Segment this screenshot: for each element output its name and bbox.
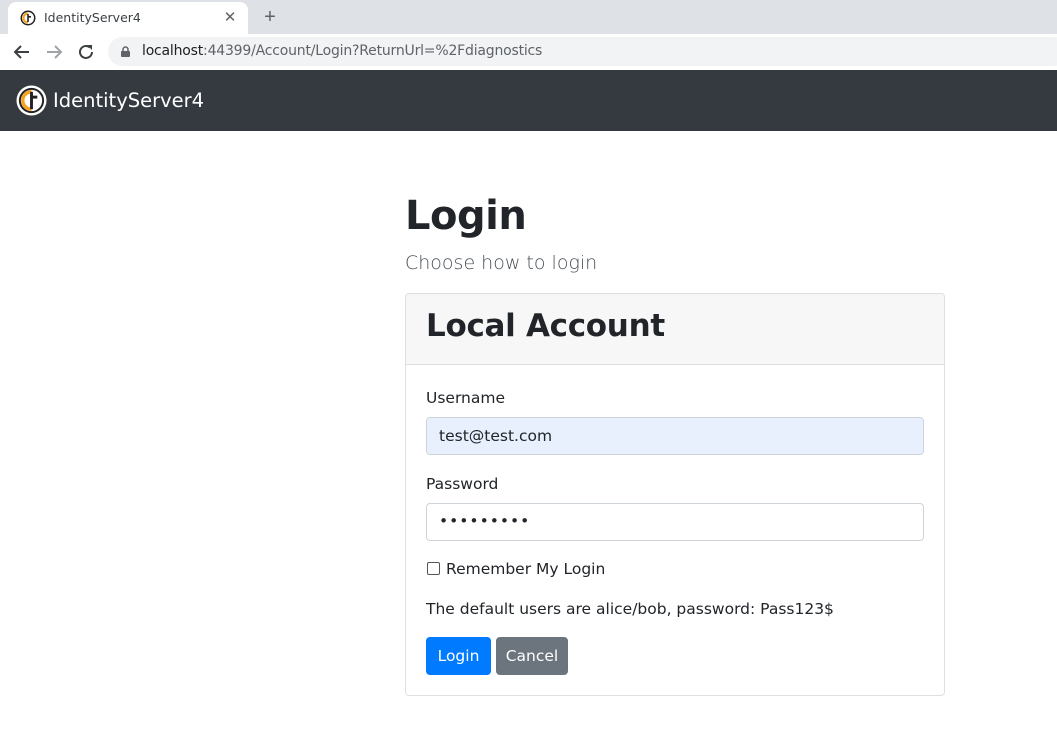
tab-title: IdentityServer4: [44, 10, 141, 25]
cancel-button[interactable]: Cancel: [496, 637, 568, 675]
remember-login-label[interactable]: Remember My Login: [446, 560, 605, 578]
local-account-card: Local Account Username test@test.com Pas…: [405, 293, 945, 696]
app-navbar: IdentityServer4: [0, 70, 1057, 131]
address-bar[interactable]: localhost:44399/Account/Login?ReturnUrl=…: [108, 37, 1057, 66]
username-value: test@test.com: [439, 427, 553, 445]
login-button[interactable]: Login: [426, 637, 491, 675]
username-input[interactable]: test@test.com: [426, 417, 924, 455]
url-text: localhost:44399/Account/Login?ReturnUrl=…: [142, 43, 542, 59]
page-subtitle: Choose how to login: [405, 252, 598, 274]
url-host: localhost: [142, 43, 204, 59]
lock-icon: [121, 46, 130, 57]
tab-close-icon[interactable]: ✕: [220, 8, 240, 28]
browser-tabstrip: IdentityServer4 ✕ +: [0, 0, 1057, 34]
identityserver-favicon-icon: [20, 10, 36, 26]
url-path: :44399/Account/Login?ReturnUrl=%2Fdiagno…: [203, 43, 543, 59]
card-header: Local Account: [406, 294, 944, 365]
password-input[interactable]: •••••••••: [426, 503, 924, 541]
username-label: Username: [426, 389, 506, 407]
browser-toolbar: localhost:44399/Account/Login?ReturnUrl=…: [0, 34, 1057, 70]
back-arrow-icon[interactable]: [10, 40, 34, 64]
brand-name[interactable]: IdentityServer4: [53, 89, 204, 112]
remember-login-checkbox[interactable]: [427, 562, 440, 575]
card-title: Local Account: [426, 308, 665, 344]
password-value: •••••••••: [439, 512, 531, 530]
password-label: Password: [426, 475, 499, 493]
browser-tab[interactable]: IdentityServer4 ✕: [8, 2, 248, 34]
default-users-note: The default users are alice/bob, passwor…: [426, 600, 834, 618]
identityserver-logo-icon[interactable]: [16, 85, 47, 116]
forward-arrow-icon[interactable]: [42, 40, 66, 64]
page-title: Login: [405, 193, 527, 239]
reload-icon[interactable]: [74, 40, 98, 64]
new-tab-icon[interactable]: +: [258, 5, 282, 29]
